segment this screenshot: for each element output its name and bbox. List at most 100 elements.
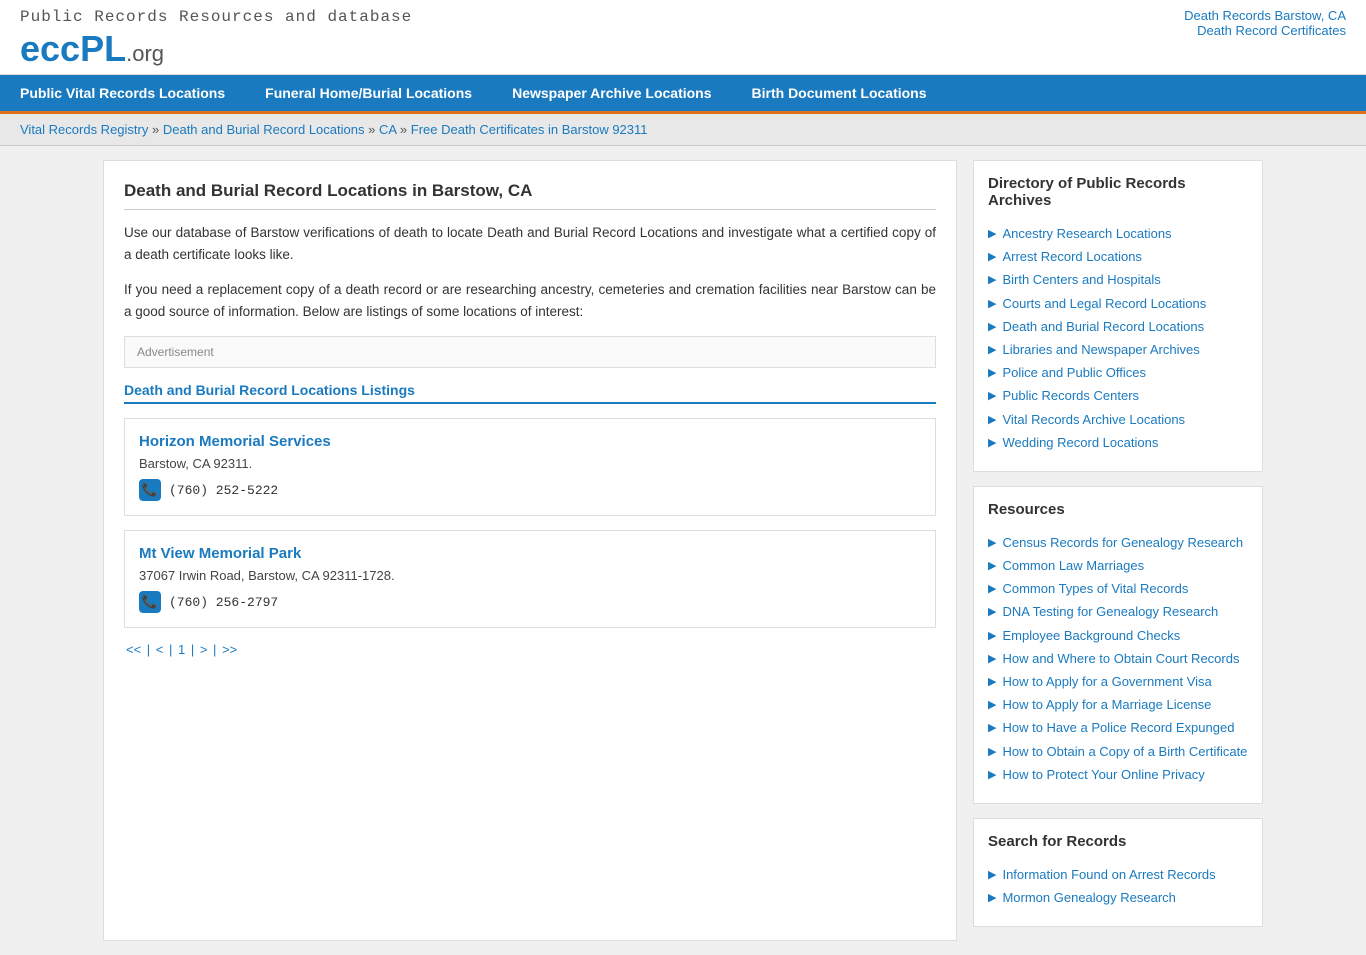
list-item: ▶Police and Public Offices [988, 364, 1248, 382]
breadcrumb-item[interactable]: Death and Burial Record Locations [163, 122, 365, 137]
sidebar-resources-box: Resources ▶ Census Records for Genealogy … [973, 486, 1263, 804]
top-links: Death Records Barstow, CADeath Record Ce… [1184, 8, 1346, 38]
list-item: ▶How to Obtain a Copy of a Birth Certifi… [988, 743, 1248, 761]
list-item: ▶ Mormon Genealogy Research [988, 889, 1248, 907]
logo-area: Public Records Resources and database ec… [20, 8, 412, 70]
listing-phone-number: (760) 252-5222 [169, 483, 278, 498]
arrow-icon: ▶ [988, 698, 996, 713]
sidebar-link[interactable]: Census Records for Genealogy Research [1002, 534, 1243, 552]
list-item: ▶Arrest Record Locations [988, 248, 1248, 266]
top-link[interactable]: Death Records Barstow, CA [1184, 8, 1346, 23]
sidebar-link[interactable]: Courts and Legal Record Locations [1002, 295, 1206, 313]
sidebar-link[interactable]: Common Types of Vital Records [1002, 580, 1188, 598]
sidebar-resources-heading: Resources [988, 501, 1248, 524]
breadcrumb-item[interactable]: Vital Records Registry [20, 122, 148, 137]
arrow-icon: ▶ [988, 227, 996, 242]
sidebar-link[interactable]: Death and Burial Record Locations [1002, 318, 1204, 336]
phone-icon: 📞 [139, 479, 161, 501]
listing-phone-number: (760) 256-2797 [169, 595, 278, 610]
pagination-item[interactable]: << [126, 642, 141, 657]
page-title: Death and Burial Record Locations in Bar… [124, 181, 936, 210]
sidebar-link[interactable]: Vital Records Archive Locations [1002, 411, 1185, 429]
list-item: ▶ Birth Centers and Hospitals [988, 271, 1248, 289]
sidebar-search-list: ▶ Information Found on Arrest Records ▶ Mor… [988, 866, 1248, 907]
sidebar-link[interactable]: How to Protect Your Online Privacy [1002, 766, 1204, 784]
sidebar-link[interactable]: DNA Testing for Genealogy Research [1002, 603, 1218, 621]
paragraphs-container: Use our database of Barstow verification… [124, 222, 936, 322]
listing-name[interactable]: Horizon Memorial Services [139, 433, 921, 450]
listing-address: 37067 Irwin Road, Barstow, CA 92311-1728… [139, 568, 921, 583]
sidebar-link[interactable]: Mormon Genealogy Research [1002, 889, 1175, 907]
list-item: ▶ DNA Testing for Genealogy Research [988, 603, 1248, 621]
listing-address: Barstow, CA 92311. [139, 456, 921, 471]
nav-item[interactable]: Birth Document Locations [732, 75, 947, 111]
sidebar-link[interactable]: Arrest Record Locations [1002, 248, 1141, 266]
sidebar-link[interactable]: Common Law Marriages [1002, 557, 1144, 575]
sidebar-directory-heading: Directory of Public Records Archives [988, 175, 1248, 215]
arrow-icon: ▶ [988, 891, 996, 906]
listings-container: Horizon Memorial Services Barstow, CA 923… [124, 418, 936, 628]
arrow-icon: ▶ [988, 436, 996, 451]
nav-item[interactable]: Newspaper Archive Locations [492, 75, 731, 111]
sidebar-link[interactable]: Wedding Record Locations [1002, 434, 1158, 452]
sidebar-link[interactable]: Police and Public Offices [1002, 364, 1146, 382]
listings-heading: Death and Burial Record Locations Listin… [124, 382, 936, 404]
sidebar-link[interactable]: Public Records Centers [1002, 387, 1139, 405]
arrow-icon: ▶ [988, 868, 996, 883]
arrow-icon: ▶ [988, 320, 996, 335]
arrow-icon: ▶ [988, 273, 996, 288]
arrow-icon: ▶ [988, 389, 996, 404]
sidebar-link[interactable]: Birth Centers and Hospitals [1002, 271, 1160, 289]
arrow-icon: ▶ [988, 605, 996, 620]
logo-org: .org [126, 41, 164, 66]
arrow-icon: ▶ [988, 652, 996, 667]
main-nav: Public Vital Records LocationsFuneral Ho… [0, 75, 1366, 114]
nav-item[interactable]: Funeral Home/Burial Locations [245, 75, 492, 111]
sidebar-link[interactable]: Employee Background Checks [1002, 627, 1180, 645]
top-bar: Public Records Resources and database ec… [0, 0, 1366, 75]
list-item: ▶ How to Apply for a Marriage License [988, 696, 1248, 714]
page-body: Death and Burial Record Locations in Bar… [93, 160, 1273, 941]
list-item: ▶Common Types of Vital Records [988, 580, 1248, 598]
sidebar-link[interactable]: How to Apply for a Government Visa [1002, 673, 1211, 691]
arrow-icon: ▶ [988, 768, 996, 783]
breadcrumb-separator: » [396, 122, 410, 137]
logo-ecc: ecc [20, 28, 80, 69]
arrow-icon: ▶ [988, 343, 996, 358]
sidebar-link[interactable]: How to Have a Police Record Expunged [1002, 719, 1234, 737]
breadcrumb: Vital Records Registry » Death and Buria… [0, 114, 1366, 146]
arrow-icon: ▶ [988, 675, 996, 690]
sidebar-link[interactable]: How to Obtain a Copy of a Birth Certific… [1002, 743, 1247, 761]
sidebar-search-heading: Search for Records [988, 833, 1248, 856]
breadcrumb-item[interactable]: Free Death Certificates in Barstow 92311 [411, 122, 648, 137]
sidebar-resources-list: ▶Census Records for Genealogy Research▶C… [988, 534, 1248, 784]
arrow-icon: ▶ [988, 629, 996, 644]
pagination[interactable]: << | < | 1 | > | >> [124, 642, 936, 657]
list-item: ▶ Wedding Record Locations [988, 434, 1248, 452]
pagination-item[interactable]: >> [222, 642, 237, 657]
list-item: ▶ Death and Burial Record Locations [988, 318, 1248, 336]
list-item: ▶ How to Have a Police Record Expunged [988, 719, 1248, 737]
sidebar-link[interactable]: Information Found on Arrest Records [1002, 866, 1215, 884]
sidebar-link[interactable]: How and Where to Obtain Court Records [1002, 650, 1239, 668]
arrow-icon: ▶ [988, 721, 996, 736]
list-item: ▶Courts and Legal Record Locations [988, 295, 1248, 313]
list-item: ▶ How to Apply for a Government Visa [988, 673, 1248, 691]
logo: eccPL.org [20, 28, 412, 70]
pagination-item[interactable]: 1 [178, 642, 185, 657]
content-paragraph: If you need a replacement copy of a deat… [124, 279, 936, 322]
top-link[interactable]: Death Record Certificates [1184, 23, 1346, 38]
sidebar-directory-list: ▶Ancestry Research Locations▶Arrest Reco… [988, 225, 1248, 452]
nav-item[interactable]: Public Vital Records Locations [0, 75, 245, 111]
arrow-icon: ▶ [988, 536, 996, 551]
sidebar-link[interactable]: Libraries and Newspaper Archives [1002, 341, 1199, 359]
breadcrumb-item[interactable]: CA [379, 122, 396, 137]
pagination-item[interactable]: < [156, 642, 164, 657]
sidebar-link[interactable]: How to Apply for a Marriage License [1002, 696, 1211, 714]
site-tagline: Public Records Resources and database [20, 8, 412, 26]
pagination-item[interactable]: > [200, 642, 208, 657]
sidebar-link[interactable]: Ancestry Research Locations [1002, 225, 1171, 243]
list-item: ▶ Public Records Centers [988, 387, 1248, 405]
listing-name[interactable]: Mt View Memorial Park [139, 545, 921, 562]
list-item: ▶ Information Found on Arrest Records [988, 866, 1248, 884]
